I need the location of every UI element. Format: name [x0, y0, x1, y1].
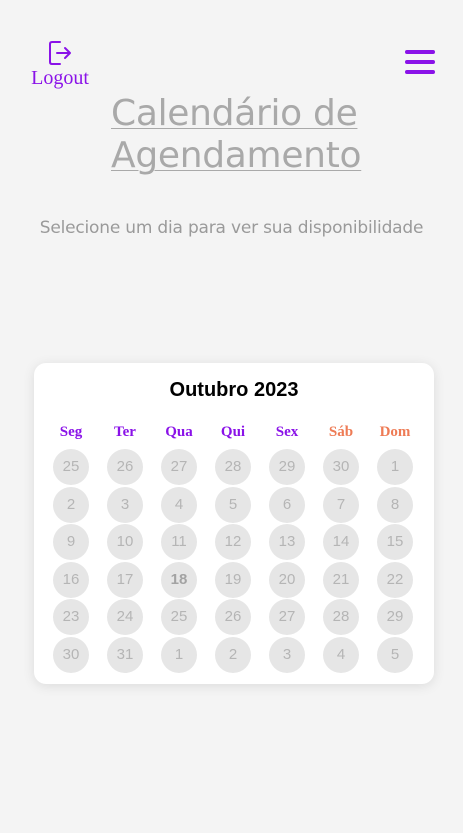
- calendar-day[interactable]: 31: [107, 637, 143, 673]
- calendar-day[interactable]: 22: [377, 562, 413, 598]
- calendar-card: Outubro 2023 Seg Ter Qua Qui Sex Sáb Dom 25 26 27…: [34, 363, 434, 684]
- calendar-day[interactable]: 25: [161, 599, 197, 635]
- calendar-day[interactable]: 10: [107, 524, 143, 560]
- calendar-day[interactable]: 23: [53, 599, 89, 635]
- calendar-day[interactable]: 29: [269, 449, 305, 485]
- calendar-day[interactable]: 29: [377, 599, 413, 635]
- calendar-day[interactable]: 9: [53, 524, 89, 560]
- calendar-day[interactable]: 20: [269, 562, 305, 598]
- calendar-day[interactable]: 8: [377, 487, 413, 523]
- calendar-day[interactable]: 28: [215, 449, 251, 485]
- weekday-header: Sáb: [328, 424, 354, 440]
- calendar-day[interactable]: 15: [377, 524, 413, 560]
- logout-label: Logout: [31, 67, 89, 89]
- calendar-day[interactable]: 5: [377, 637, 413, 673]
- calendar-day[interactable]: 1: [161, 637, 197, 673]
- calendar-day[interactable]: 4: [161, 487, 197, 523]
- calendar-day[interactable]: 24: [107, 599, 143, 635]
- weekday-header: Sex: [275, 424, 299, 440]
- calendar-day[interactable]: 25: [53, 449, 89, 485]
- calendar-day[interactable]: 30: [53, 637, 89, 673]
- calendar-day[interactable]: 28: [323, 599, 359, 635]
- weekday-header: Qua: [165, 424, 193, 440]
- calendar-day[interactable]: 17: [107, 562, 143, 598]
- calendar-day[interactable]: 1: [377, 449, 413, 485]
- calendar-day[interactable]: 12: [215, 524, 251, 560]
- calendar-day[interactable]: 4: [323, 637, 359, 673]
- weekday-header: Qui: [220, 424, 246, 440]
- calendar-day[interactable]: 11: [161, 524, 197, 560]
- calendar-day[interactable]: 7: [323, 487, 359, 523]
- page-title-line1: Calendário de: [111, 93, 358, 134]
- calendar-day[interactable]: 14: [323, 524, 359, 560]
- weekday-header: Dom: [379, 424, 411, 440]
- calendar-day[interactable]: 21: [323, 562, 359, 598]
- calendar-day[interactable]: 16: [53, 562, 89, 598]
- calendar-day[interactable]: 26: [215, 599, 251, 635]
- calendar-day[interactable]: 2: [53, 487, 89, 523]
- calendar-day[interactable]: 18: [161, 562, 197, 598]
- calendar-day[interactable]: 2: [215, 637, 251, 673]
- calendar-day[interactable]: 27: [269, 599, 305, 635]
- logout-icon: [49, 41, 71, 65]
- calendar-day[interactable]: 19: [215, 562, 251, 598]
- logout-button[interactable]: Logout: [26, 40, 94, 89]
- calendar-day[interactable]: 27: [161, 449, 197, 485]
- page-title: Calendário de Agendamento: [111, 93, 362, 177]
- calendar-day[interactable]: 6: [269, 487, 305, 523]
- calendar-day[interactable]: 3: [107, 487, 143, 523]
- calendar-month-label: Outubro 2023: [169, 379, 299, 401]
- page-title-line2: Agendamento: [111, 135, 362, 176]
- page-subtitle: Selecione um dia para ver sua disponibil…: [39, 218, 424, 238]
- weekday-header: Seg: [59, 424, 83, 440]
- hamburger-menu-icon[interactable]: [405, 50, 435, 75]
- calendar-day[interactable]: 3: [269, 637, 305, 673]
- calendar-day[interactable]: 13: [269, 524, 305, 560]
- weekday-header: Ter: [114, 424, 136, 440]
- calendar-day[interactable]: 5: [215, 487, 251, 523]
- calendar-day[interactable]: 26: [107, 449, 143, 485]
- calendar-day[interactable]: 30: [323, 449, 359, 485]
